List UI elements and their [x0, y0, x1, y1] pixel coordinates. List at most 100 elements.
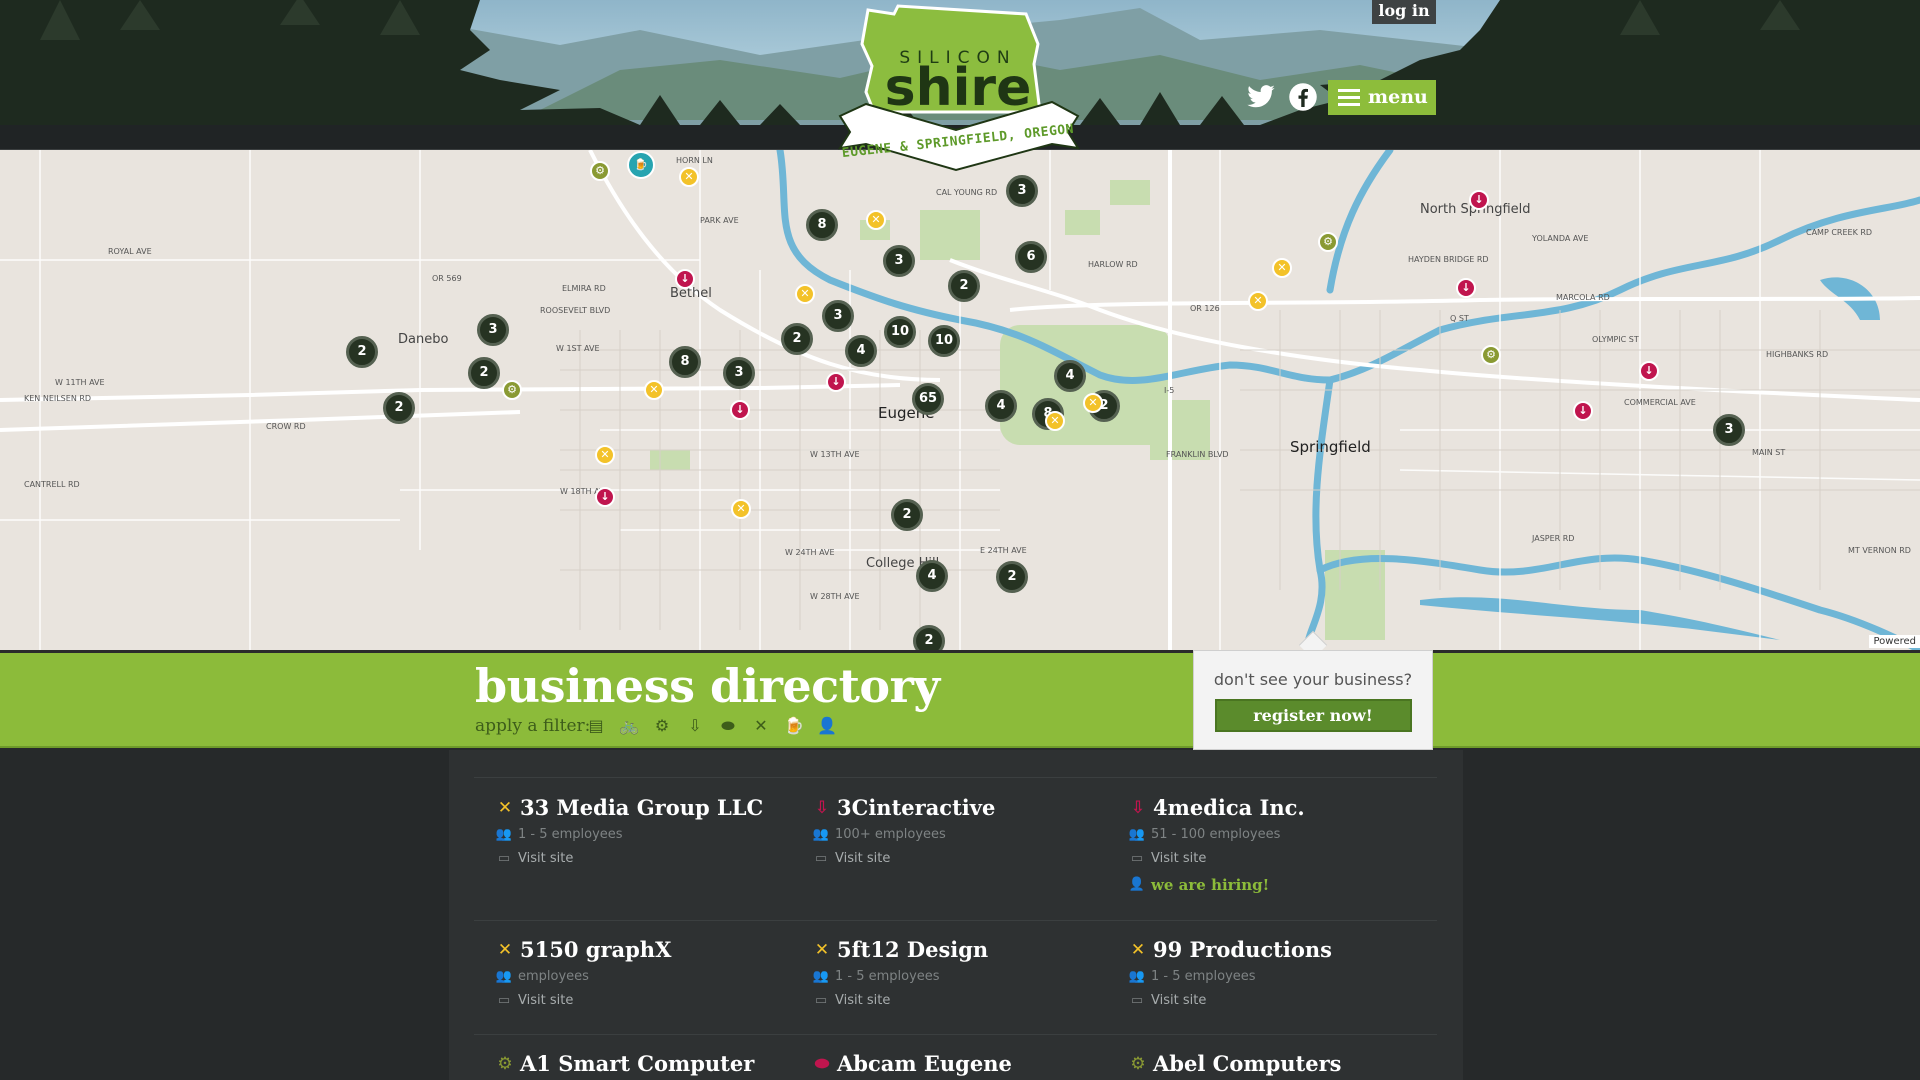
- map-cluster-marker[interactable]: 6: [1015, 241, 1047, 273]
- business-name-link[interactable]: ✕ 33 Media Group LLC: [494, 794, 794, 822]
- road-label: OLYMPIC ST: [1592, 335, 1639, 344]
- download-pin-icon[interactable]: ↓: [675, 269, 695, 289]
- road-label: I-5: [1164, 386, 1175, 395]
- business-name: 33 Media Group LLC: [520, 795, 764, 820]
- download-icon[interactable]: ⇩: [685, 716, 705, 736]
- download-pin-icon[interactable]: ↓: [1573, 401, 1593, 421]
- employee-count-text: employees: [518, 969, 589, 984]
- map-cluster-marker[interactable]: 2: [891, 499, 923, 531]
- download-pin-icon[interactable]: ↓: [1469, 190, 1489, 210]
- map-cluster-marker[interactable]: 2: [948, 270, 980, 302]
- map-cluster-marker[interactable]: 2: [996, 561, 1028, 593]
- user-plus-icon[interactable]: 👤: [817, 716, 837, 736]
- map-cluster-marker[interactable]: 2: [781, 323, 813, 355]
- download-pin-icon[interactable]: ↓: [1456, 278, 1476, 298]
- business-name-link[interactable]: ⬬ Abcam Eugene: [811, 1050, 1111, 1078]
- map-cluster-marker[interactable]: 2: [346, 336, 378, 368]
- map-cluster-marker[interactable]: 4: [1054, 360, 1086, 392]
- tools-pin-icon[interactable]: ✕: [1248, 291, 1268, 311]
- map-cluster-marker[interactable]: 3: [1713, 414, 1745, 446]
- twitter-icon[interactable]: [1246, 82, 1276, 112]
- gears-pin-icon[interactable]: ⚙: [1481, 345, 1501, 365]
- tools-pin-icon[interactable]: ✕: [731, 499, 751, 519]
- tools-pin-icon[interactable]: ✕: [644, 380, 664, 400]
- gears-icon: ⚙: [1130, 1054, 1146, 1074]
- hiring-text: we are hiring!: [1151, 876, 1270, 894]
- tools-icon[interactable]: ✕: [751, 716, 771, 736]
- menu-button[interactable]: menu: [1328, 80, 1436, 115]
- hiring-link[interactable]: 👤 we are hiring!: [1127, 874, 1427, 896]
- map-cluster-marker[interactable]: 2: [468, 357, 500, 389]
- tools-pin-icon[interactable]: ✕: [1083, 393, 1103, 413]
- download-pin-icon[interactable]: ↓: [826, 372, 846, 392]
- visit-site-text: Visit site: [835, 851, 891, 866]
- visit-site-link[interactable]: ▭ Visit site: [1127, 848, 1427, 870]
- directory-header: business directory apply a filter: ▤ 🚲 ⚙…: [0, 650, 1920, 748]
- facebook-icon[interactable]: [1288, 82, 1318, 112]
- business-map[interactable]: North Springfield Bethel Danebo Eugene S…: [0, 150, 1920, 650]
- business-name-link[interactable]: ⇩ 3Cinteractive: [811, 794, 1111, 822]
- business-listing: ✕ 33 Media Group LLC 👥 1 - 5 employees ▭ V…: [449, 750, 1463, 1080]
- login-button[interactable]: log in: [1372, 0, 1436, 24]
- road-label: OR 126: [1190, 304, 1220, 313]
- register-button[interactable]: register now!: [1214, 699, 1412, 732]
- map-cluster-marker[interactable]: 10: [884, 316, 916, 348]
- gears-pin-icon[interactable]: ⚙: [502, 380, 522, 400]
- tools-pin-icon[interactable]: ✕: [795, 284, 815, 304]
- business-name-link[interactable]: ✕ 5150 graphX: [494, 936, 794, 964]
- employee-count: 👥 51 - 100 employees: [1127, 824, 1427, 846]
- pill-icon[interactable]: ⬬: [718, 716, 738, 736]
- map-cluster-marker[interactable]: 3: [723, 357, 755, 389]
- business-name-link[interactable]: ✕ 5ft12 Design: [811, 936, 1111, 964]
- gears-pin-icon[interactable]: ⚙: [590, 161, 610, 181]
- business-name-link[interactable]: ⚙ Abel Computers: [1127, 1050, 1427, 1078]
- bicycle-icon[interactable]: 🚲: [619, 716, 639, 736]
- map-cluster-marker[interactable]: 3: [822, 300, 854, 332]
- beer-icon[interactable]: 🍺: [784, 716, 804, 736]
- map-cluster-marker[interactable]: 4: [985, 390, 1017, 422]
- road-label: OR 569: [432, 274, 462, 283]
- visit-site-link[interactable]: ▭ Visit site: [494, 990, 794, 1012]
- road-label: MT VERNON RD: [1848, 546, 1911, 555]
- visit-site-link[interactable]: ▭ Visit site: [811, 990, 1111, 1012]
- site-logo[interactable]: SILICON shire EUGENE & SPRINGFIELD, OREG…: [826, 4, 1090, 174]
- map-cluster-marker[interactable]: 8: [806, 209, 838, 241]
- employee-count: 👥 100+ employees: [811, 824, 1111, 846]
- map-cluster-marker[interactable]: 8: [669, 346, 701, 378]
- map-cluster-marker[interactable]: 3: [1006, 175, 1038, 207]
- tools-pin-icon[interactable]: ✕: [1045, 411, 1065, 431]
- gears-icon[interactable]: ⚙: [652, 716, 672, 736]
- business-name-link[interactable]: ⚙ A1 Smart Computer: [494, 1050, 794, 1078]
- road-label: COMMERCIAL AVE: [1624, 398, 1696, 407]
- user-plus-icon: 👤: [1128, 877, 1146, 892]
- business-name: Abel Computers: [1153, 1051, 1342, 1076]
- business-name-link[interactable]: ✕ 99 Productions: [1127, 936, 1427, 964]
- gears-pin-icon[interactable]: ⚙: [1318, 232, 1338, 252]
- map-cluster-marker[interactable]: 2: [383, 392, 415, 424]
- map-cluster-marker[interactable]: 65: [912, 383, 944, 415]
- beer-pin-icon[interactable]: 🍺: [627, 151, 655, 179]
- building-icon[interactable]: ▤: [586, 716, 606, 736]
- visit-site-link[interactable]: ▭ Visit site: [494, 848, 794, 870]
- visit-site-link[interactable]: ▭ Visit site: [811, 848, 1111, 870]
- road-label: KEN NEILSEN RD: [24, 394, 92, 403]
- register-card: don't see your business? register now!: [1193, 650, 1433, 750]
- visit-site-text: Visit site: [835, 993, 891, 1008]
- map-cluster-marker[interactable]: 4: [845, 335, 877, 367]
- tools-pin-icon[interactable]: ✕: [866, 210, 886, 230]
- tools-pin-icon[interactable]: ✕: [679, 167, 699, 187]
- map-cluster-marker[interactable]: 2: [913, 625, 945, 650]
- monitor-icon: ▭: [1130, 851, 1144, 866]
- visit-site-link[interactable]: ▭ Visit site: [1127, 990, 1427, 1012]
- map-cluster-marker[interactable]: 10: [928, 325, 960, 357]
- road-label: Q ST: [1450, 314, 1469, 323]
- tools-pin-icon[interactable]: ✕: [595, 445, 615, 465]
- map-cluster-marker[interactable]: 4: [916, 560, 948, 592]
- download-pin-icon[interactable]: ↓: [1639, 361, 1659, 381]
- map-cluster-marker[interactable]: 3: [883, 245, 915, 277]
- tools-pin-icon[interactable]: ✕: [1272, 258, 1292, 278]
- download-pin-icon[interactable]: ↓: [595, 487, 615, 507]
- business-name-link[interactable]: ⇩ 4medica Inc.: [1127, 794, 1427, 822]
- download-pin-icon[interactable]: ↓: [730, 400, 750, 420]
- map-cluster-marker[interactable]: 3: [477, 314, 509, 346]
